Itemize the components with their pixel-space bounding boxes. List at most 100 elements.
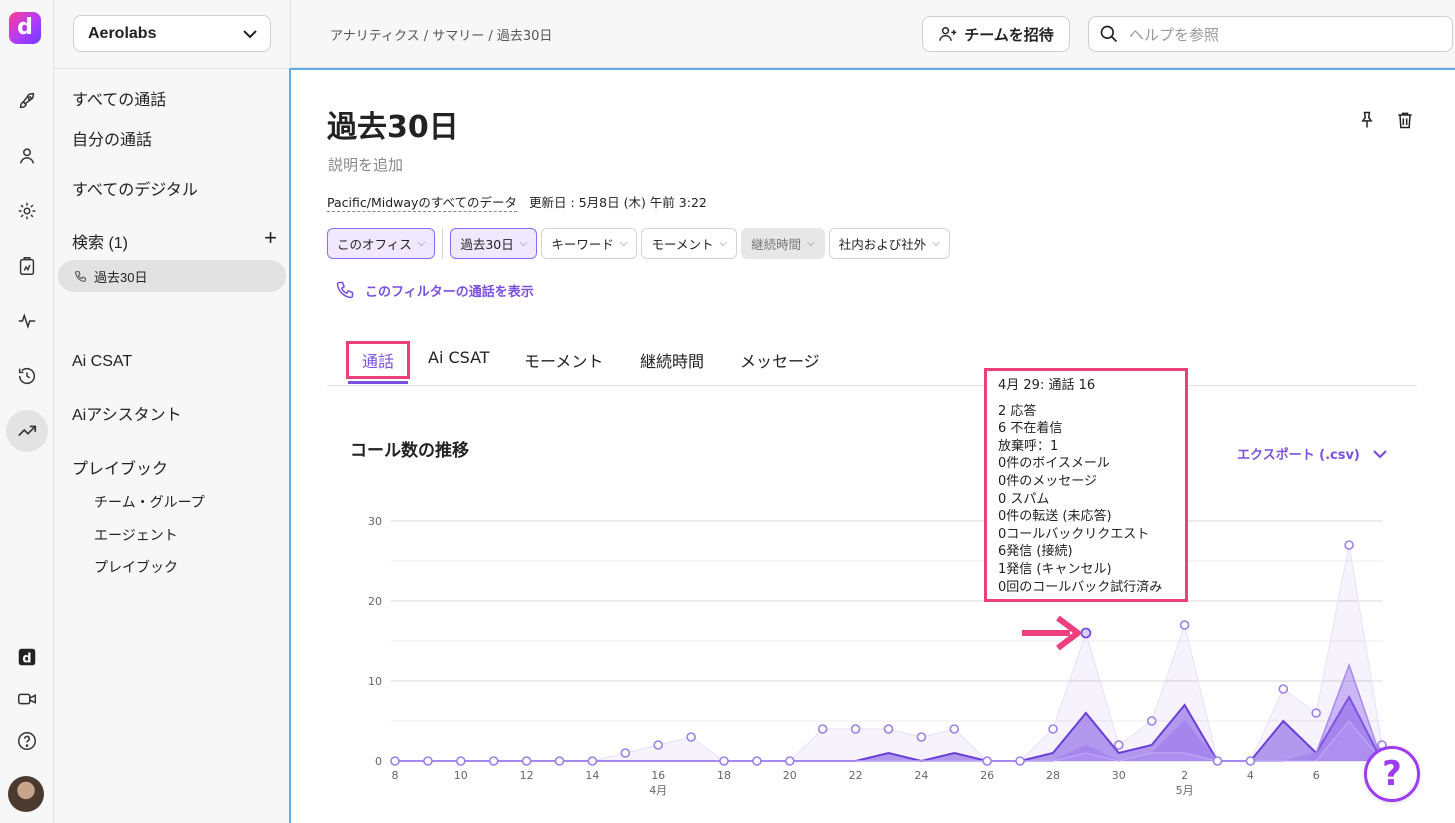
tooltip-line: 0 スパム (998, 491, 1050, 507)
month-label: 5月 (1176, 784, 1194, 797)
y-tick-label: 10 (368, 675, 382, 688)
data-point (784, 756, 795, 766)
data-point-hovered (1080, 627, 1092, 639)
tooltip-line: 0コールバックリクエスト (998, 526, 1150, 542)
invite-team-label: チームを招待 (964, 25, 1054, 44)
data-point (817, 724, 828, 734)
data-point (1212, 756, 1223, 766)
x-tick-label: 10 (454, 769, 468, 782)
x-tick-label: 4 (1247, 769, 1254, 782)
data-point (1179, 620, 1190, 630)
help-chat-button[interactable]: ? (1364, 746, 1420, 802)
user-avatar[interactable] (8, 776, 44, 812)
data-point (982, 756, 993, 766)
x-tick-label: 26 (980, 769, 994, 782)
data-point (850, 724, 861, 734)
invite-team-button[interactable]: チームを招待 (922, 16, 1070, 52)
svg-text:d: d (22, 652, 31, 667)
help-search-placeholder: ヘルプを参照 (1129, 25, 1220, 44)
saved-search-label: 過去30日 (94, 269, 148, 285)
tooltip-line: 6 不在着信 (998, 421, 1063, 437)
x-tick-label: 12 (520, 769, 534, 782)
x-tick-label: 6 (1313, 769, 1320, 782)
saved-search-item[interactable]: 過去30日 (58, 260, 286, 292)
data-point (916, 732, 927, 742)
data-point (719, 756, 729, 766)
sidebar-subitem-team-group[interactable]: チーム・グループ (94, 492, 205, 512)
data-point (1311, 708, 1321, 718)
search-section-header: 検索 (1) + (72, 227, 277, 253)
data-point (1146, 716, 1157, 726)
y-tick-label: 30 (368, 515, 382, 528)
top-bar: アナリティクス / サマリー / 過去30日 チームを招待 ヘルプを参照 (291, 0, 1455, 68)
call-volume-chart[interactable]: 01020308 10 12 14 16 18 20 22 24 26 28 30 2 4 64月 5月 (291, 70, 1455, 823)
clipboard-icon[interactable] (6, 245, 48, 287)
pulse-icon[interactable] (6, 300, 48, 342)
data-point (521, 756, 532, 766)
chevron-down-icon (243, 29, 257, 38)
data-point (456, 756, 466, 766)
data-point (620, 748, 631, 758)
tooltip-line: 2 応答 (998, 403, 1037, 419)
y-tick-label: 0 (375, 755, 382, 768)
add-icon[interactable]: + (264, 227, 277, 253)
data-point (1344, 540, 1354, 550)
sidebar-item-my-calls[interactable]: 自分の通話 (72, 126, 152, 150)
chart-tooltip: 4月 29: 通話 16 2 応答 6 不在着信 放棄呼：1 0件のボイスメール… (984, 368, 1188, 602)
data-point (390, 756, 400, 766)
data-point (1245, 756, 1256, 766)
month-label: 4月 (649, 784, 667, 797)
x-tick-label: 22 (849, 769, 863, 782)
tooltip-line: 0件の転送 (未応答) (998, 509, 1112, 525)
data-point (686, 732, 696, 742)
sidebar-subitem-agent[interactable]: エージェント (94, 525, 178, 545)
data-point (949, 724, 960, 734)
rocket-icon[interactable] (6, 80, 48, 122)
ai-d-icon[interactable]: d (6, 636, 48, 678)
sidebar-item-ai-assistant[interactable]: Aiアシスタント (72, 401, 182, 425)
data-point (883, 724, 894, 734)
tooltip-line: 0件のメッセージ (998, 473, 1098, 489)
help-icon[interactable] (6, 720, 48, 762)
tooltip-line: 0件のボイスメール (998, 456, 1110, 472)
data-point (423, 756, 433, 766)
tooltip-line: 6発信 (接続) (998, 544, 1073, 560)
sidebar-item-playbook[interactable]: プレイブック (72, 455, 168, 479)
x-tick-label: 2 (1181, 769, 1188, 782)
sidebar-subitem-playbook[interactable]: プレイブック (94, 557, 178, 577)
help-search-input[interactable]: ヘルプを参照 (1088, 16, 1453, 52)
sidebar-item-all-calls[interactable]: すべての通話 (72, 86, 166, 110)
main-panel: 過去30日 説明を追加 Pacific/Midwayのすべてのデータ 更新日 :… (289, 68, 1455, 823)
tooltip-header: 4月 29: 通話 16 (998, 378, 1096, 393)
x-tick-label: 30 (1112, 769, 1126, 782)
search-icon (1100, 25, 1118, 43)
history-icon[interactable] (6, 355, 48, 397)
x-tick-label: 28 (1046, 769, 1060, 782)
divider (54, 68, 291, 69)
sidebar-item-ai-csat[interactable]: Ai CSAT (72, 353, 132, 371)
left-rail: d d (0, 0, 54, 823)
trend-icon[interactable] (6, 410, 48, 452)
add-user-icon (939, 27, 957, 41)
search-section-label: 検索 (1) (72, 235, 129, 252)
phone-icon (75, 270, 86, 282)
data-point (488, 756, 499, 766)
breadcrumb: アナリティクス / サマリー / 過去30日 (330, 29, 553, 44)
data-point (1015, 756, 1025, 766)
video-icon[interactable] (6, 678, 48, 720)
data-point (554, 756, 565, 766)
data-point (587, 756, 598, 766)
x-tick-label: 8 (392, 769, 399, 782)
data-point (1048, 724, 1058, 734)
person-icon[interactable] (6, 135, 48, 177)
y-tick-label: 20 (368, 595, 382, 608)
sidebar-item-all-digital[interactable]: すべてのデジタル (72, 176, 198, 200)
tooltip-line: 0回のコールバック試行済み (998, 579, 1163, 595)
workspace-selector[interactable]: Aerolabs (73, 15, 271, 52)
app-logo[interactable]: d (9, 12, 41, 44)
tooltip-line: 1発信 (キャンセル) (998, 561, 1112, 577)
x-tick-label: 24 (914, 769, 928, 782)
data-point (1278, 684, 1289, 694)
data-point (1113, 740, 1124, 750)
gear-icon[interactable] (6, 190, 48, 232)
